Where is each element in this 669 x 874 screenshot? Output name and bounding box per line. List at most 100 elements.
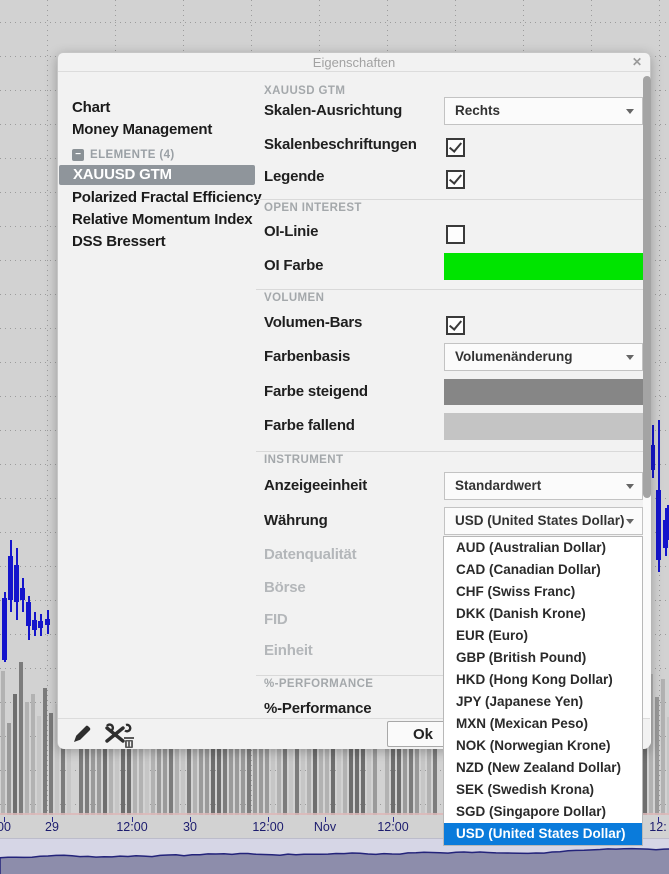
checkbox-skalenbeschriftungen[interactable]	[446, 138, 465, 157]
checkbox-oi-linie[interactable]	[446, 225, 465, 244]
axis-tick-label: 30	[183, 820, 197, 834]
dialog-title: Eigenschaften	[312, 55, 396, 70]
currency-option[interactable]: USD (United States Dollar)	[444, 823, 642, 845]
volume-bar	[391, 740, 395, 815]
tools-delete-icon[interactable]	[102, 722, 136, 753]
volume-bar	[1, 671, 5, 815]
chevron-down-icon	[626, 355, 634, 360]
dropdown-value: USD (United States Dollar)	[455, 513, 625, 528]
currency-option[interactable]: SGD (Singapore Dollar)	[444, 801, 642, 823]
currency-option[interactable]: EUR (Euro)	[444, 625, 642, 647]
volume-bar	[295, 738, 299, 815]
currency-option[interactable]: AUD (Australian Dollar)	[444, 537, 642, 559]
divider	[256, 199, 643, 200]
volume-bar	[19, 662, 23, 815]
sidebar: Chart Money Management − ELEMENTE (4) XAU…	[58, 71, 262, 718]
label-waehrung: Währung	[264, 512, 328, 529]
close-icon[interactable]: ✕	[632, 55, 642, 69]
label-skalenbeschriftungen: Skalenbeschriftungen	[264, 136, 417, 153]
dropdown-farbenbasis[interactable]: Volumenänderung	[444, 343, 643, 371]
label-oi-linie: OI-Linie	[264, 223, 319, 240]
label-farbe-steigend: Farbe steigend	[264, 383, 368, 400]
label-anzeigeeinheit: Anzeigeeinheit	[264, 477, 368, 494]
volume-bar	[655, 697, 659, 815]
color-swatch-farbe-fallend[interactable]	[444, 413, 643, 440]
volume-bar	[415, 739, 419, 815]
sidebar-item-money-management[interactable]: Money Management	[58, 119, 256, 141]
volume-bar	[271, 740, 275, 815]
volume-bar	[31, 694, 35, 815]
label-oi-farbe: OI Farbe	[264, 257, 324, 274]
gridline	[47, 0, 48, 815]
axis-tick-label: 12:00	[377, 820, 409, 834]
axis-tick-label: 00	[0, 820, 11, 834]
section-header-instrument: INSTRUMENT	[264, 454, 344, 466]
candlestick-body	[32, 620, 37, 630]
volume-bar	[307, 738, 311, 815]
currency-option[interactable]: SEK (Swedish Krona)	[444, 779, 642, 801]
volume-bar	[349, 739, 353, 815]
volume-bar	[43, 688, 47, 815]
label-datenqualitaet: Datenqualität	[264, 546, 357, 563]
label-legende: Legende	[264, 168, 325, 185]
sidebar-group-elemente[interactable]: − ELEMENTE (4)	[58, 148, 256, 162]
section-header-element: XAUUSD GTM	[264, 85, 346, 97]
edit-pencil-icon[interactable]	[70, 722, 94, 751]
label-volumen-bars: Volumen-Bars	[264, 314, 363, 331]
dropdown-anzeigeeinheit[interactable]: Standardwert	[444, 472, 643, 500]
candlestick-body	[656, 490, 661, 560]
label-farbe-fallend: Farbe fallend	[264, 417, 355, 434]
label-farbenbasis: Farbenbasis	[264, 348, 351, 365]
gridline	[0, 22, 669, 23]
candlestick-body	[38, 621, 43, 628]
sidebar-item-polarized-fractal-efficiency[interactable]: Polarized Fractal Efficiency	[58, 187, 262, 209]
axis-tick-label: 12:00	[252, 820, 284, 834]
dropdown-value: Standardwert	[455, 478, 542, 493]
candlestick-body	[26, 602, 31, 626]
currency-option[interactable]: HKD (Hong Kong Dollar)	[444, 669, 642, 691]
volume-bar	[25, 702, 29, 815]
color-swatch-farbe-steigend[interactable]	[444, 379, 643, 405]
candlestick-body	[45, 619, 50, 625]
volume-bar	[37, 716, 41, 815]
sidebar-item-chart[interactable]: Chart	[58, 97, 256, 119]
label-boerse: Börse	[264, 579, 306, 596]
section-header-volumen: VOLUMEN	[264, 292, 325, 304]
volume-bar	[661, 679, 665, 815]
dropdown-waehrung[interactable]: USD (United States Dollar)	[444, 507, 643, 535]
currency-option[interactable]: MXN (Mexican Peso)	[444, 713, 642, 735]
checkbox-legende[interactable]	[446, 170, 465, 189]
sidebar-item-xauusd-gtm[interactable]: XAUUSD GTM	[59, 165, 255, 185]
color-swatch-oi-farbe[interactable]	[444, 253, 643, 280]
axis-tick-label: 29	[45, 820, 59, 834]
dropdown-value: Rechts	[455, 103, 501, 118]
dropdown-skalen-ausrichtung[interactable]: Rechts	[444, 97, 643, 125]
dropdown-value: Volumenänderung	[455, 349, 573, 364]
axis-tick-label: 12:	[649, 820, 667, 834]
label-skalen-ausrichtung: Skalen-Ausrichtung	[264, 102, 403, 119]
currency-option[interactable]: NZD (New Zealand Dollar)	[444, 757, 642, 779]
gridline	[659, 0, 660, 815]
sidebar-group-label: ELEMENTE (4)	[90, 149, 175, 161]
checkbox-volumen-bars[interactable]	[446, 316, 465, 335]
sidebar-item-relative-momentum-index[interactable]: Relative Momentum Index	[58, 209, 256, 231]
dialog-titlebar[interactable]: Eigenschaften ✕	[58, 53, 650, 71]
currency-option[interactable]: CAD (Canadian Dollar)	[444, 559, 642, 581]
label-einheit: Einheit	[264, 642, 313, 659]
divider	[256, 289, 643, 290]
candlestick-body	[20, 588, 25, 600]
currency-dropdown-list: AUD (Australian Dollar) CAD (Canadian Dol…	[443, 536, 643, 846]
chevron-down-icon	[626, 109, 634, 114]
currency-option[interactable]: JPY (Japanese Yen)	[444, 691, 642, 713]
collapse-icon[interactable]: −	[72, 149, 84, 161]
currency-option[interactable]: DKK (Danish Krone)	[444, 603, 642, 625]
axis-tick-label: 12:00	[116, 820, 148, 834]
section-header-performance: %-PERFORMANCE	[264, 678, 374, 690]
section-header-open-interest: OPEN INTEREST	[264, 202, 362, 214]
sidebar-item-dss-bressert[interactable]: DSS Bressert	[58, 231, 256, 253]
currency-option[interactable]: GBP (British Pound)	[444, 647, 642, 669]
currency-option[interactable]: CHF (Swiss Franc)	[444, 581, 642, 603]
currency-option[interactable]: NOK (Norwegian Krone)	[444, 735, 642, 757]
scrollbar-thumb[interactable]	[643, 76, 651, 498]
label-fid: FID	[264, 611, 288, 628]
